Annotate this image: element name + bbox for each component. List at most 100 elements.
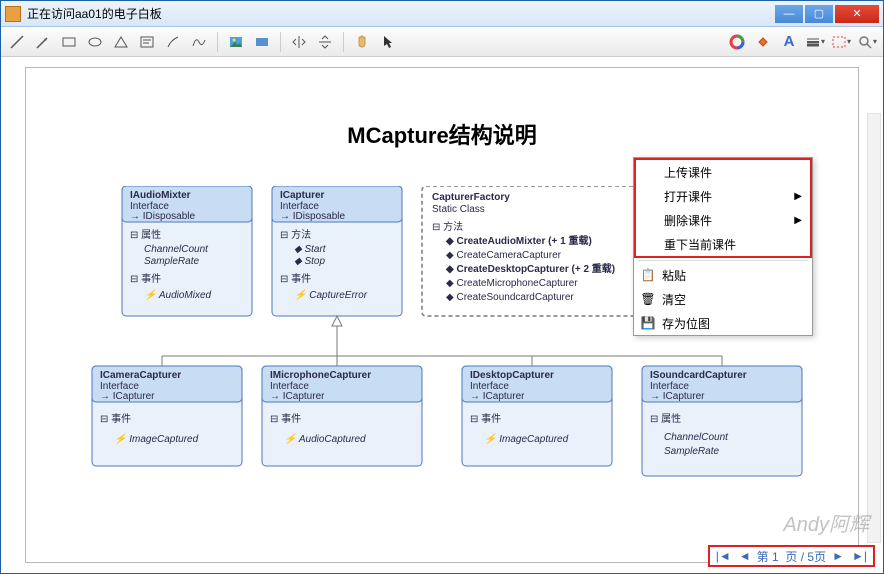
- svg-text:IAudioMixter: IAudioMixter: [130, 190, 191, 201]
- svg-text:⊟ 事件: ⊟ 事件: [130, 272, 161, 285]
- clip-tool-icon[interactable]: [252, 32, 272, 52]
- menu-save-bitmap[interactable]: 💾存为位图: [634, 311, 812, 335]
- svg-text:⊟ 方法: ⊟ 方法: [432, 220, 463, 233]
- toolbar-separator: [343, 32, 344, 52]
- svg-text:⚡ ImageCaptured: ⚡ ImageCaptured: [114, 432, 199, 445]
- svg-text:⊟ 事件: ⊟ 事件: [270, 412, 301, 425]
- zoom-tool-icon[interactable]: ▾: [857, 32, 877, 52]
- image-tool-icon[interactable]: [226, 32, 246, 52]
- font-tool-icon[interactable]: A: [779, 32, 799, 52]
- app-window: 正在访问aa01的电子白板 — ▢ ✕ A ▾ ▾ ▾: [0, 0, 884, 574]
- svg-text:ICapturer: ICapturer: [280, 190, 325, 201]
- svg-text:SampleRate: SampleRate: [664, 446, 719, 457]
- maximize-button[interactable]: ▢: [805, 5, 833, 23]
- class-IDesktopCapturer: IDesktopCapturer Interface → ICapturer ⊟…: [462, 366, 612, 466]
- minimize-button[interactable]: —: [775, 5, 803, 23]
- svg-text:◆ CreateAudioMixter (+ 1 重载): ◆ CreateAudioMixter (+ 1 重载): [445, 234, 592, 247]
- svg-text:◆ CreateDesktopCapturer (+ 2 重: ◆ CreateDesktopCapturer (+ 2 重载): [445, 262, 615, 275]
- window-title: 正在访问aa01的电子白板: [27, 5, 773, 22]
- svg-text:◆ CreateCameraCapturer: ◆ CreateCameraCapturer: [446, 250, 562, 261]
- close-button[interactable]: ✕: [835, 5, 879, 23]
- context-menu-highlighted: 上传课件 打开课件▶ 删除课件▶ 重下当前课件: [634, 158, 812, 258]
- svg-text:→ IDisposable: → IDisposable: [130, 211, 195, 222]
- menu-open[interactable]: 打开课件▶: [636, 184, 810, 208]
- toolbar: A ▾ ▾ ▾: [1, 27, 883, 57]
- svg-text:⊟ 事件: ⊟ 事件: [280, 272, 311, 285]
- svg-text:⊟ 事件: ⊟ 事件: [100, 412, 131, 425]
- save-icon: 💾: [640, 315, 656, 331]
- svg-text:→ ICapturer: → ICapturer: [650, 391, 705, 402]
- pager-next-button[interactable]: ►: [830, 549, 846, 563]
- select-dash-icon[interactable]: ▾: [831, 32, 851, 52]
- titlebar: 正在访问aa01的电子白板 — ▢ ✕: [1, 1, 883, 27]
- menu-redownload[interactable]: 重下当前课件: [636, 232, 810, 256]
- triangle-tool-icon[interactable]: [111, 32, 131, 52]
- toolbar-separator: [217, 32, 218, 52]
- svg-text:→ ICapturer: → ICapturer: [270, 391, 325, 402]
- svg-text:⊟ 属性: ⊟ 属性: [130, 228, 161, 241]
- svg-text:CapturerFactory: CapturerFactory: [432, 192, 510, 203]
- menu-clear[interactable]: 🗑清空: [634, 287, 812, 311]
- arrow-tool-icon[interactable]: [33, 32, 53, 52]
- svg-text:ChannelCount: ChannelCount: [664, 432, 729, 443]
- pager: |◄ ◄ 第 1 页 / 5页 ► ►|: [708, 545, 875, 567]
- curve-tool-icon[interactable]: [189, 32, 209, 52]
- color-wheel-icon[interactable]: [727, 32, 747, 52]
- submenu-arrow-icon: ▶: [794, 215, 802, 226]
- class-CapturerFactory: CapturerFactory Static Class ⊟ 方法 ◆ Crea…: [422, 186, 642, 316]
- svg-text:→ IDisposable: → IDisposable: [280, 211, 345, 222]
- svg-text:◆ CreateMicrophoneCapturer: ◆ CreateMicrophoneCapturer: [446, 278, 578, 289]
- svg-text:IMicrophoneCapturer: IMicrophoneCapturer: [270, 370, 371, 381]
- text-tool-icon[interactable]: [137, 32, 157, 52]
- submenu-arrow-icon: ▶: [794, 191, 802, 202]
- window-controls: — ▢ ✕: [773, 5, 879, 23]
- pager-first-button[interactable]: |◄: [714, 549, 733, 563]
- svg-text:⚡ CaptureError: ⚡ CaptureError: [294, 288, 368, 301]
- fill-tool-icon[interactable]: [753, 32, 773, 52]
- trash-icon: 🗑: [640, 291, 656, 307]
- pager-text: 第 1 页 / 5页: [757, 548, 826, 565]
- vertical-scrollbar[interactable]: [867, 113, 881, 543]
- hand-tool-icon[interactable]: [352, 32, 372, 52]
- line-tool-icon[interactable]: [7, 32, 27, 52]
- canvas-area[interactable]: MCapture结构说明 IAudioMixter Interface → ID…: [1, 57, 883, 573]
- svg-text:⚡ AudioCaptured: ⚡ AudioCaptured: [284, 432, 366, 445]
- svg-text:⊟ 事件: ⊟ 事件: [470, 412, 501, 425]
- menu-upload[interactable]: 上传课件: [636, 160, 810, 184]
- flip-v-icon[interactable]: [315, 32, 335, 52]
- svg-text:SampleRate: SampleRate: [144, 256, 199, 267]
- svg-text:→ ICapturer: → ICapturer: [470, 391, 525, 402]
- svg-text:ICameraCapturer: ICameraCapturer: [100, 370, 181, 381]
- class-IAudioMixter: IAudioMixter Interface → IDisposable ⊟ 属…: [122, 186, 252, 316]
- pager-last-button[interactable]: ►|: [850, 549, 869, 563]
- class-ICameraCapturer: ICameraCapturer Interface → ICapturer ⊟ …: [92, 366, 242, 466]
- pointer-tool-icon[interactable]: [378, 32, 398, 52]
- line-style-icon[interactable]: ▾: [805, 32, 825, 52]
- paste-icon: 📋: [640, 267, 656, 283]
- watermark: Andy阿辉: [783, 508, 869, 537]
- svg-text:IDesktopCapturer: IDesktopCapturer: [470, 370, 554, 381]
- class-ICapturer: ICapturer Interface → IDisposable ⊟ 方法 ◆…: [272, 186, 402, 316]
- flip-h-icon[interactable]: [289, 32, 309, 52]
- svg-text:◆ CreateSoundcardCapturer: ◆ CreateSoundcardCapturer: [446, 292, 574, 303]
- svg-text:Static Class: Static Class: [432, 204, 485, 215]
- ellipse-tool-icon[interactable]: [85, 32, 105, 52]
- toolbar-separator: [280, 32, 281, 52]
- context-menu: 上传课件 打开课件▶ 删除课件▶ 重下当前课件 📋粘贴 🗑清空 💾存为位图: [633, 157, 813, 336]
- svg-text:⚡ ImageCaptured: ⚡ ImageCaptured: [484, 432, 569, 445]
- svg-text:◆ Start: ◆ Start: [294, 244, 327, 255]
- rect-tool-icon[interactable]: [59, 32, 79, 52]
- svg-text:ISoundcardCapturer: ISoundcardCapturer: [650, 370, 747, 381]
- svg-text:⊟ 属性: ⊟ 属性: [650, 412, 681, 425]
- page-title: MCapture结构说明: [26, 118, 858, 150]
- menu-delete[interactable]: 删除课件▶: [636, 208, 810, 232]
- menu-paste[interactable]: 📋粘贴: [634, 263, 812, 287]
- menu-separator: [638, 260, 808, 261]
- svg-text:ChannelCount: ChannelCount: [144, 244, 209, 255]
- class-IMicrophoneCapturer: IMicrophoneCapturer Interface → ICapture…: [262, 366, 422, 466]
- class-ISoundcardCapturer: ISoundcardCapturer Interface → ICapturer…: [642, 366, 802, 476]
- svg-text:⊟ 方法: ⊟ 方法: [280, 228, 311, 241]
- pen-tool-icon[interactable]: [163, 32, 183, 52]
- pager-prev-button[interactable]: ◄: [737, 549, 753, 563]
- app-icon: [5, 6, 21, 22]
